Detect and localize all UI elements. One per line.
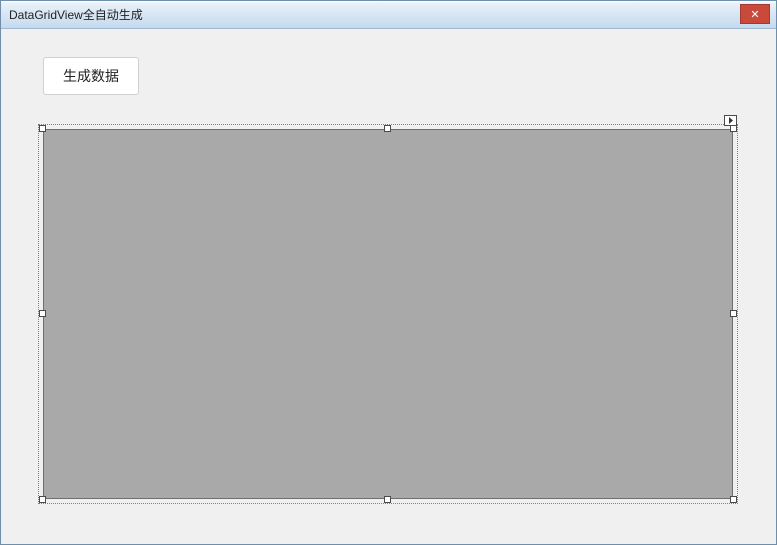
titlebar[interactable]: DataGridView全自动生成 ✕ xyxy=(1,1,776,29)
chevron-right-icon xyxy=(728,117,734,124)
datagridview-designer-selection[interactable] xyxy=(43,129,733,499)
app-window: DataGridView全自动生成 ✕ 生成数据 xyxy=(0,0,777,545)
smart-tag-button[interactable] xyxy=(724,115,737,126)
window-title: DataGridView全自动生成 xyxy=(9,6,143,23)
close-icon: ✕ xyxy=(750,8,759,21)
client-area: 生成数据 xyxy=(1,29,776,544)
data-grid-view[interactable] xyxy=(43,129,733,499)
close-button[interactable]: ✕ xyxy=(740,4,770,24)
generate-data-button[interactable]: 生成数据 xyxy=(43,57,139,95)
window-controls: ✕ xyxy=(740,1,776,28)
